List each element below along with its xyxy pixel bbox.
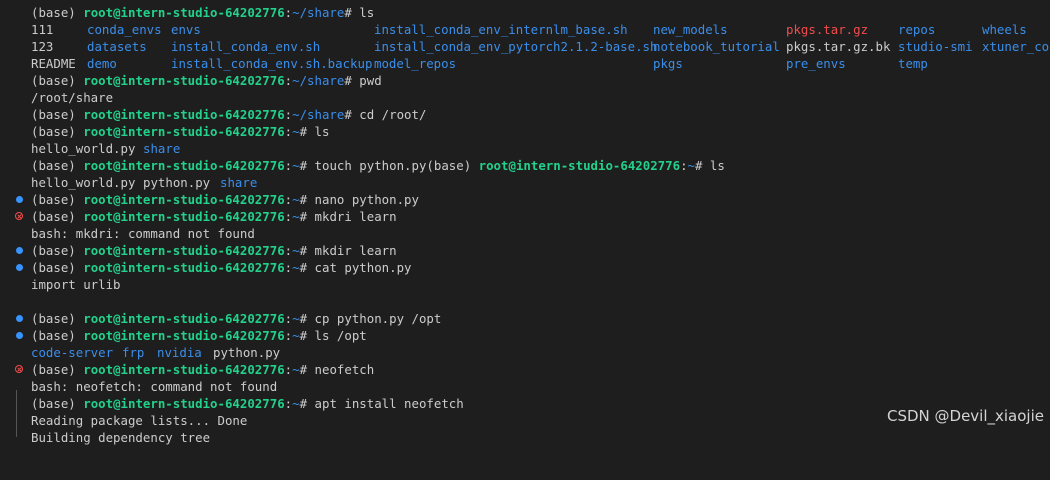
terminal-line: bash: neofetch: command not found [0, 378, 1050, 395]
terminal-line: (base) root@intern-studio-64202776:~# ca… [0, 259, 1050, 276]
file-entry: README [31, 56, 76, 71]
terminal-line: (base) root@intern-studio-64202776:~/sha… [31, 5, 375, 20]
dir-entry: xtuner_cor [982, 39, 1050, 54]
command-output: Reading package lists... Done [31, 413, 248, 428]
dir-entry: share [220, 175, 258, 190]
command-success-marker-icon[interactable] [16, 264, 23, 271]
dir-entry: datasets [87, 39, 147, 54]
command-success-marker-icon[interactable] [16, 332, 23, 339]
command-output: bash: mkdri: command not found [31, 226, 255, 241]
command-text: ls /opt [307, 328, 367, 343]
prompt-user-host: root@intern-studio-64202776 [83, 5, 285, 20]
command-text: mkdir learn [307, 243, 397, 258]
terminal-line: hello_world.py python.py share [0, 174, 1050, 191]
command-text: ls [307, 124, 330, 139]
dir-entry: demo [87, 56, 117, 71]
terminal-line: Building dependency tree [0, 429, 1050, 446]
terminal-line: (base) root@intern-studio-64202776:~# mk… [0, 242, 1050, 259]
dir-entry: code-server [31, 345, 114, 360]
file-entry: python.py [213, 345, 281, 360]
dir-entry: envs [171, 22, 201, 37]
dir-entry: pkgs [653, 56, 683, 71]
dir-entry: install_conda_env.sh.backup [171, 56, 373, 71]
dir-entry: temp [898, 56, 928, 71]
terminal-line: (base) root@intern-studio-64202776:~# cp… [0, 310, 1050, 327]
terminal-output[interactable]: (base) root@intern-studio-64202776:~/sha… [0, 4, 1050, 445]
terminal-line: (base) root@intern-studio-64202776:~# mk… [0, 208, 1050, 225]
terminal-line: (base) root@intern-studio-64202776:~/sha… [31, 107, 427, 122]
terminal-line: /root/share [0, 89, 1050, 106]
dir-entry: wheels [982, 22, 1027, 37]
terminal-line: (base) root@intern-studio-64202776:~/sha… [31, 73, 382, 88]
command-text: cp python.py /opt [307, 311, 442, 326]
command-text: neofetch [307, 362, 375, 377]
ls-row: 123 datasets install_conda_env.sh instal… [0, 38, 1050, 55]
command-text: mkdri learn [307, 209, 397, 224]
dir-entry: share [143, 141, 181, 156]
command-text: cd /root/ [351, 107, 427, 122]
command-text: pwd [351, 73, 382, 88]
dir-entry: frp [122, 345, 145, 360]
dir-entry: install_conda_env_internlm_base.sh [374, 22, 628, 37]
command-text: ls [351, 5, 375, 20]
command-error-marker-icon[interactable] [15, 365, 23, 373]
archive-entry: pkgs.tar.gz [786, 22, 869, 37]
dir-entry: nvidia [157, 345, 202, 360]
dir-entry: install_conda_env.sh [171, 39, 321, 54]
dir-entry: conda_envs [87, 22, 162, 37]
command-success-marker-icon[interactable] [16, 315, 23, 322]
ls-row: 111 conda_envs envs install_conda_env_in… [0, 21, 1050, 38]
command-success-marker-icon[interactable] [16, 196, 23, 203]
dir-entry: new_models [653, 22, 728, 37]
file-entry: 123 [31, 39, 54, 54]
prompt-env: (base) [31, 5, 76, 20]
dir-entry: studio-smi [898, 39, 973, 54]
file-entry: hello_world.py [31, 141, 136, 156]
ls-row: README demo install_conda_env.sh.backup … [0, 55, 1050, 72]
file-entry: pkgs.tar.gz.bk [786, 39, 891, 54]
dir-entry: pre_envs [786, 56, 846, 71]
command-output: import urlib [31, 277, 121, 292]
terminal-line: (base) root@intern-studio-64202776:~# to… [31, 158, 725, 173]
command-output: bash: neofetch: command not found [31, 379, 278, 394]
terminal-line: bash: mkdri: command not found [0, 225, 1050, 242]
file-entry: python.py [143, 175, 211, 190]
file-entry: hello_world.py [31, 175, 136, 190]
command-text: touch python.py(base) [307, 158, 479, 173]
terminal-line: hello_world.py share [0, 140, 1050, 157]
running-command-gutter [16, 390, 17, 437]
terminal-line: code-server frp nvidia python.py [0, 344, 1050, 361]
dir-entry: install_conda_env_pytorch2.1.2-base.sh [374, 39, 658, 54]
terminal-line: (base) root@intern-studio-64202776:~# ne… [0, 361, 1050, 378]
command-output: /root/share [31, 90, 114, 105]
command-text: apt install neofetch [307, 396, 464, 411]
command-text: nano python.py [307, 192, 419, 207]
terminal-line: (base) root@intern-studio-64202776:~# ls… [0, 327, 1050, 344]
terminal-line: (base) root@intern-studio-64202776:~# na… [0, 191, 1050, 208]
dir-entry: model_repos [374, 56, 457, 71]
command-success-marker-icon[interactable] [16, 247, 23, 254]
watermark-text: CSDN @Devil_xiaojie [886, 407, 1044, 425]
command-text: cat python.py [307, 260, 412, 275]
prompt-dir: ~/share [292, 5, 345, 20]
command-output: Building dependency tree [31, 430, 211, 445]
file-entry: 111 [31, 22, 54, 37]
dir-entry: repos [898, 22, 936, 37]
command-error-marker-icon[interactable] [15, 212, 23, 220]
terminal-line: import urlib [0, 276, 1050, 293]
dir-entry: notebook_tutorial [653, 39, 780, 54]
terminal-line: (base) root@intern-studio-64202776:~# ls [31, 124, 330, 139]
